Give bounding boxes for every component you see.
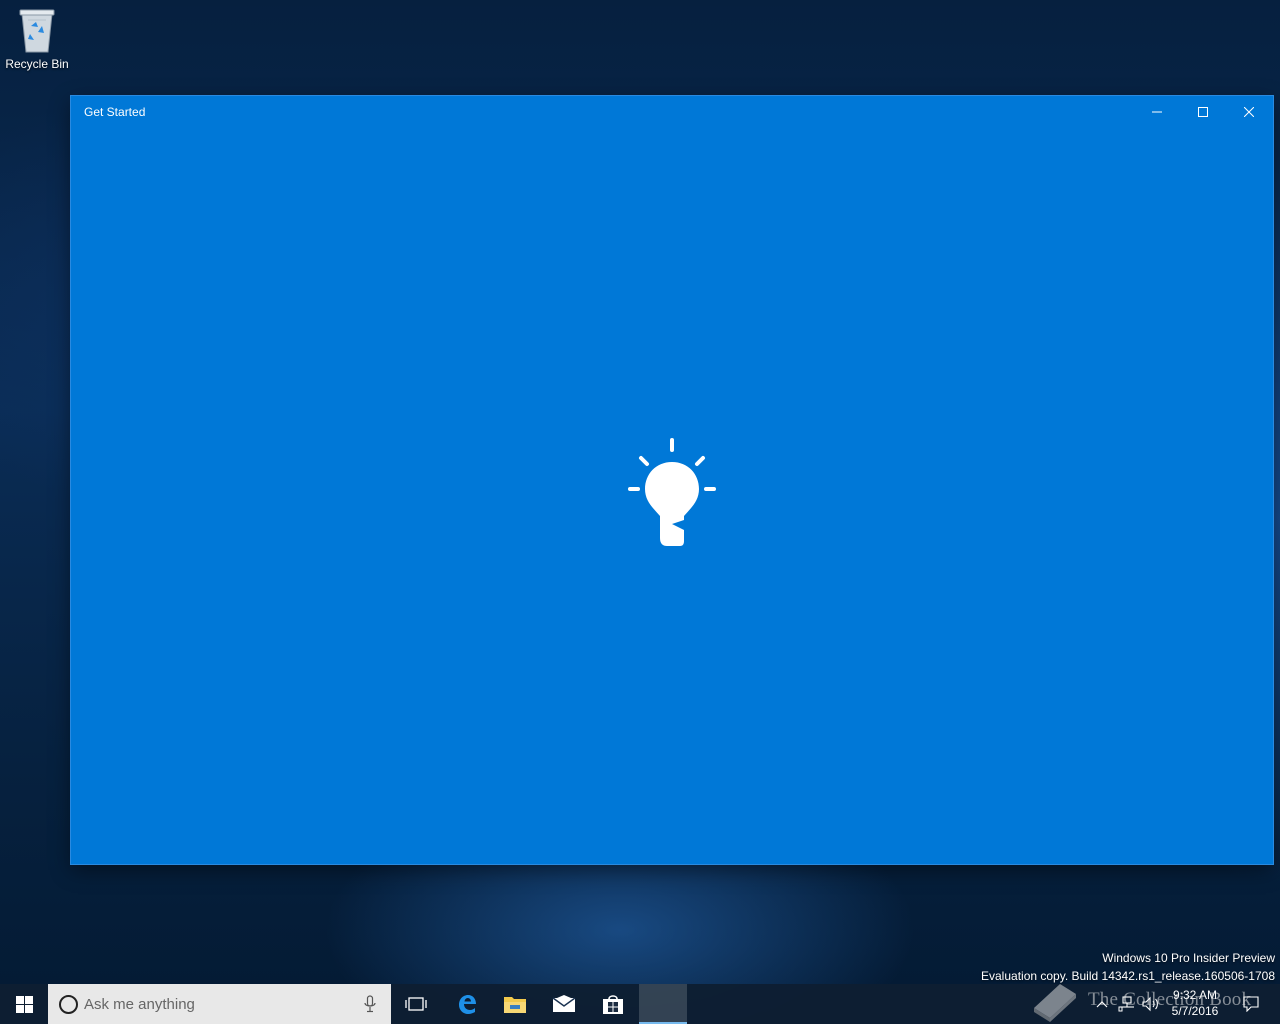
recycle-bin-icon	[19, 9, 55, 53]
get-started-window[interactable]: Get Started	[71, 96, 1273, 864]
title-bar[interactable]: Get Started	[71, 96, 1273, 128]
close-icon	[1244, 107, 1254, 117]
microphone-icon[interactable]	[364, 995, 376, 1013]
mail-button[interactable]	[540, 984, 588, 1024]
cortana-icon	[59, 995, 78, 1014]
search-box[interactable]: Ask me anything	[48, 984, 391, 1024]
close-button[interactable]	[1226, 96, 1272, 128]
task-view-button[interactable]	[392, 984, 440, 1024]
task-view-icon	[405, 997, 427, 1011]
file-explorer-icon	[504, 997, 526, 1013]
recycle-bin-label: Recycle Bin	[5, 57, 69, 71]
minimize-icon	[1152, 111, 1162, 113]
get-started-taskbar-button[interactable]	[639, 984, 687, 1024]
brand-overlay: The Collection Book	[1030, 978, 1251, 1022]
maximize-button[interactable]	[1180, 96, 1226, 128]
start-button[interactable]	[0, 984, 48, 1024]
brand-text: The Collection Book	[1088, 989, 1252, 1010]
edge-icon	[459, 995, 476, 1014]
edge-button[interactable]	[443, 984, 491, 1024]
store-icon	[603, 995, 623, 1014]
book-icon	[1034, 984, 1076, 1022]
lightbulb-icon	[628, 438, 716, 546]
search-placeholder: Ask me anything	[84, 996, 195, 1013]
store-button[interactable]	[589, 984, 637, 1024]
desktop: Recycle Bin Get Started Windows 10 Pro I…	[0, 0, 1280, 1024]
windows-logo-icon	[15, 995, 33, 1013]
minimize-button[interactable]	[1134, 96, 1180, 128]
mail-icon	[552, 995, 576, 1012]
file-explorer-button[interactable]	[491, 984, 539, 1024]
edition-watermark: Windows 10 Pro Insider Preview	[1102, 951, 1275, 965]
maximize-icon	[1198, 107, 1208, 117]
window-title: Get Started	[84, 105, 146, 119]
recycle-bin-shortcut[interactable]: Recycle Bin	[4, 6, 70, 71]
